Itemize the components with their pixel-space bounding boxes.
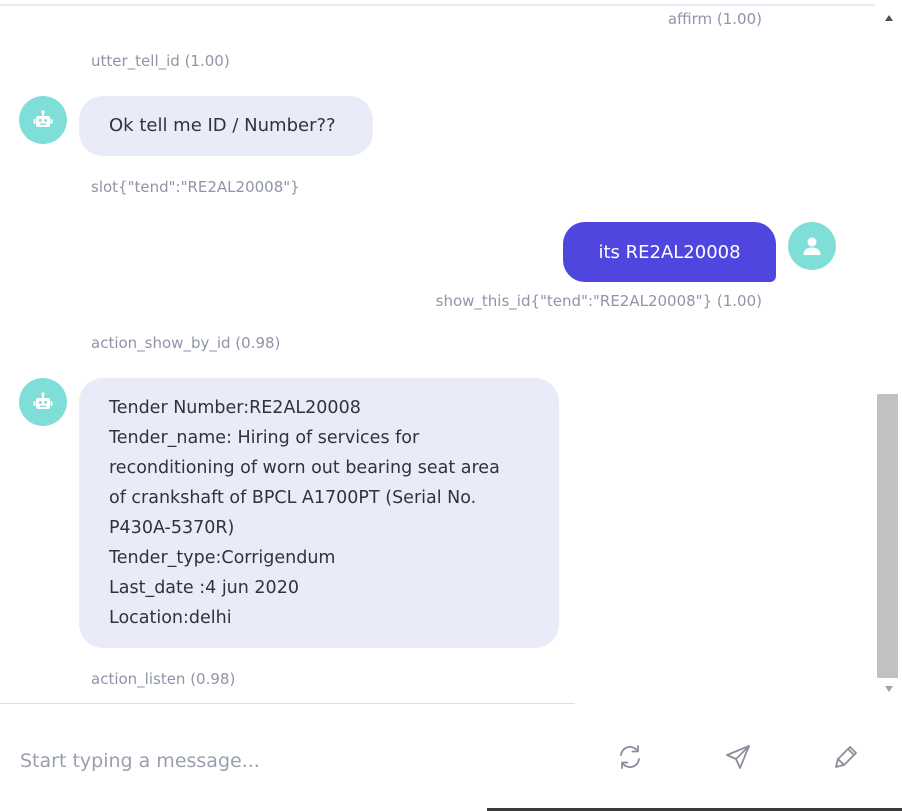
scroll-down-button[interactable] xyxy=(875,679,902,699)
bot-avatar xyxy=(19,378,67,426)
intent-label-affirm: affirm (1.00) xyxy=(667,10,762,28)
robot-icon xyxy=(33,392,53,409)
chat-history: affirm (1.00) utter_tell_id (1.00) Ok te… xyxy=(0,0,875,703)
message-composer xyxy=(0,703,902,811)
action-label-listen: action_listen (0.98) xyxy=(91,670,236,688)
header-divider xyxy=(0,4,875,6)
user-avatar xyxy=(788,222,836,270)
tender-line: P430A-5370R) xyxy=(109,518,235,538)
chat-scrollbar[interactable] xyxy=(875,6,902,703)
user-message: its RE2AL20008 xyxy=(563,222,776,282)
triangle-up-icon xyxy=(884,15,893,21)
intent-label-show-this-id: show_this_id{"tend":"RE2AL20008"} (1.00) xyxy=(435,292,762,310)
triangle-down-icon xyxy=(884,686,893,692)
send-button[interactable] xyxy=(723,742,753,772)
message-input[interactable] xyxy=(18,742,582,780)
scroll-thumb[interactable] xyxy=(877,394,898,678)
user-icon xyxy=(803,237,821,255)
pen-icon xyxy=(835,746,857,768)
send-icon xyxy=(726,745,750,769)
robot-icon xyxy=(33,110,53,127)
restart-button[interactable] xyxy=(615,742,645,772)
refresh-icon xyxy=(620,745,640,769)
action-label-utter-tell-id: utter_tell_id (1.00) xyxy=(91,52,230,70)
user-message-text: its RE2AL20008 xyxy=(598,241,741,263)
tender-line: reconditioning of worn out bearing seat … xyxy=(109,458,500,478)
bot-message-text: Ok tell me ID / Number?? xyxy=(109,115,336,136)
action-label-show-by-id: action_show_by_id (0.98) xyxy=(91,334,281,352)
scroll-up-button[interactable] xyxy=(875,8,902,28)
slot-label: slot{"tend":"RE2AL20008"} xyxy=(91,178,300,196)
edit-button[interactable] xyxy=(831,742,861,772)
tender-line: Last_date :4 jun 2020 xyxy=(109,578,299,598)
tender-line: Location:delhi xyxy=(109,608,232,628)
bot-message-tender-details: Tender Number:RE2AL20008 Tender_name: Hi… xyxy=(79,378,559,648)
composer-divider xyxy=(575,703,902,704)
tender-line: Tender_type:Corrigendum xyxy=(109,548,336,568)
tender-line: Tender Number:RE2AL20008 xyxy=(109,398,361,418)
tender-line: of crankshaft of BPCL A1700PT (Serial No… xyxy=(109,488,477,508)
tender-line: Tender_name: Hiring of services for xyxy=(109,428,420,448)
bot-message: Ok tell me ID / Number?? xyxy=(79,96,373,156)
bot-avatar xyxy=(19,96,67,144)
